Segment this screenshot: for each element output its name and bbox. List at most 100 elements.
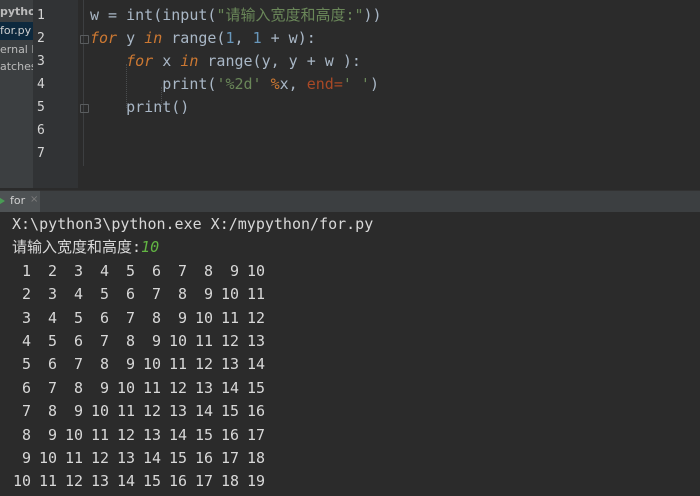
console-output-value: 9	[21, 449, 31, 467]
console-output-value: 7	[73, 355, 83, 374]
code-token: =	[99, 6, 127, 24]
run-tab[interactable]: for ×	[0, 191, 40, 212]
code-token: x,	[279, 75, 307, 93]
file-item-for-py[interactable]: for.py	[0, 22, 33, 40]
fold-toggle-icon[interactable]	[80, 104, 89, 113]
console-output-row: 8 9 10 11 12 13 14 15 16 17	[0, 424, 300, 447]
close-icon[interactable]: ×	[30, 194, 38, 205]
code-line[interactable]: print()	[90, 96, 189, 119]
console-output-value: 19	[246, 472, 265, 491]
console-output-value: 12	[194, 355, 213, 374]
console-output-value: 14	[220, 378, 239, 397]
code-token: + w):	[261, 29, 316, 47]
console-output-value: 9	[151, 332, 161, 350]
console-output-row: 1 2 3 4 5 6 7 8 9 10	[0, 260, 300, 283]
console-output-value: 8	[99, 355, 109, 374]
console-output-value: 10	[168, 332, 187, 350]
project-root-label: pytho	[0, 5, 33, 18]
console-output-value: 11	[38, 472, 57, 491]
console-output-value: 4	[47, 308, 57, 327]
console-output-value: 10	[38, 449, 57, 467]
console-output-value: 17	[220, 449, 239, 467]
project-root-item[interactable]: pytho	[0, 3, 33, 21]
console-output-value: 6	[21, 378, 31, 397]
console-output-value: 14	[194, 402, 213, 421]
console-output-value: 11	[116, 402, 135, 421]
console-output-value: 12	[64, 472, 83, 491]
console-output-value: 8	[151, 308, 161, 327]
line-number: 2	[37, 31, 45, 46]
console-output-value: 10	[116, 378, 135, 397]
console-output-value: 15	[168, 449, 187, 467]
code-token: range(y, y + w ):	[198, 52, 361, 70]
code-token: w	[90, 6, 100, 24]
code-token: end=	[306, 75, 343, 93]
console-output-value: 6	[151, 261, 161, 280]
line-number: 7	[37, 146, 45, 161]
console-output-value: 11	[64, 449, 83, 467]
console-output-value: 16	[246, 402, 265, 421]
scratches-item[interactable]: atches	[0, 58, 33, 76]
scratches-label: atches	[0, 60, 33, 73]
run-tab-label: for	[10, 194, 26, 207]
code-line[interactable]: print('%2d' %x, end=' ')	[90, 73, 379, 96]
console-output-value: 14	[142, 449, 161, 467]
code-token: '%2d'	[216, 75, 262, 93]
console-output-value: 4	[21, 332, 31, 350]
fold-toggle-icon[interactable]	[80, 35, 89, 44]
console-output-row: 2 3 4 5 6 7 8 9 10 11	[0, 283, 300, 306]
console-output-value: 10	[12, 472, 31, 491]
console-output-value: 18	[220, 472, 239, 491]
external-libraries-label: ernal L	[0, 43, 33, 56]
console-output-value: 8	[21, 425, 31, 444]
code-token: y	[117, 29, 145, 47]
run-console[interactable]: X:\python3\python.exe X:/mypython/for.py…	[0, 212, 700, 496]
console-output-value: 10	[64, 425, 83, 444]
external-libraries-item[interactable]: ernal L	[0, 41, 33, 59]
console-output-value: 12	[142, 402, 161, 421]
console-output-value: 5	[99, 285, 109, 304]
console-output-value: 10	[194, 308, 213, 327]
line-number: 3	[37, 54, 45, 69]
code-line[interactable]: for x in range(y, y + w ):	[90, 50, 361, 73]
console-output-value: 7	[125, 308, 135, 327]
console-output-value: 6	[73, 332, 83, 350]
console-output-value: 16	[168, 472, 187, 491]
code-token: )	[369, 75, 379, 93]
project-sidebar: pytho for.py ernal L atches	[0, 0, 33, 188]
console-user-input: 10	[141, 238, 160, 257]
console-output-value: 2	[47, 261, 57, 280]
code-token: range(	[162, 29, 226, 47]
file-item-label: for.py	[0, 24, 32, 37]
console-output-value: 18	[246, 449, 265, 467]
console-output-value: 10	[220, 285, 239, 304]
console-output-value: 13	[194, 378, 213, 397]
console-output-value: 9	[203, 285, 213, 304]
console-output-value: 9	[125, 355, 135, 374]
console-output-value: 15	[246, 378, 265, 397]
console-output-value: 3	[21, 308, 31, 327]
console-output-value: 9	[73, 402, 83, 421]
code-token: 1	[252, 29, 262, 47]
code-line[interactable]: for y in range(1, 1 + w):	[90, 27, 316, 50]
code-token: ,	[234, 29, 253, 47]
code-editor[interactable]: 1 2 3 4 5 6 7 w = int(input("请输入宽度和高度:")…	[33, 0, 700, 188]
console-output-value: 7	[21, 402, 31, 421]
console-output-value: 11	[220, 308, 239, 327]
console-output-value: 1	[21, 261, 31, 280]
console-output-value: 9	[177, 308, 187, 327]
console-output-value: 13	[220, 355, 239, 374]
gutter-divider	[83, 0, 84, 166]
run-toolwindow-header: for ×	[0, 190, 700, 213]
code-line[interactable]: w = int(input("请输入宽度和高度:"))	[90, 4, 382, 27]
console-output-value: 10	[90, 402, 109, 421]
console-output-value: 9	[47, 425, 57, 444]
console-output-value: 11	[90, 425, 109, 444]
console-output-value: 3	[47, 285, 57, 304]
line-number: 6	[37, 123, 45, 138]
console-output-row: 3 4 5 6 7 8 9 10 11 12	[0, 307, 300, 330]
console-output-value: 8	[203, 261, 213, 280]
console-output-value: 8	[47, 402, 57, 421]
console-output-value: 16	[194, 449, 213, 467]
